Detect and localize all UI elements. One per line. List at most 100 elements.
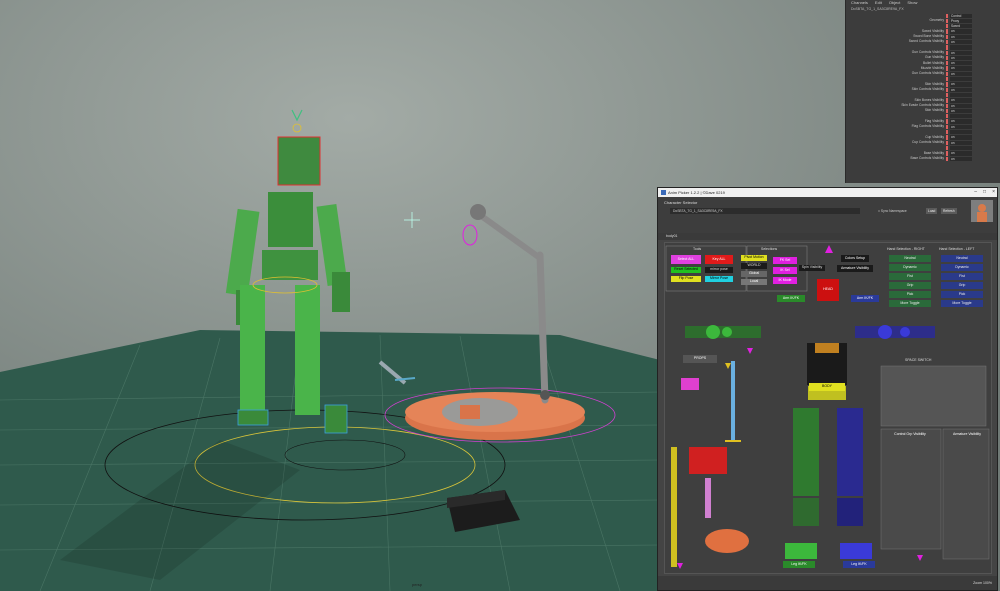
- more-toggle-l-button[interactable]: More Toggle: [941, 300, 983, 307]
- leg-ikfk-l-button[interactable]: Leg IK/FK: [843, 561, 875, 568]
- reset-selected-button[interactable]: Reset Selected: [671, 267, 701, 273]
- channel-label: Flag Visibility: [924, 118, 944, 123]
- channel-value[interactable]: Control: [950, 13, 972, 18]
- channel-value[interactable]: [950, 114, 972, 119]
- sync-namespace-checkbox[interactable]: □ Sync Namespace: [878, 209, 907, 213]
- channel-value[interactable]: [950, 130, 972, 135]
- channel-value[interactable]: on: [950, 156, 972, 161]
- close-icon[interactable]: ×: [992, 188, 995, 197]
- menu-object[interactable]: Object: [889, 0, 901, 5]
- picker-title: Anim Picker 1.2.2 | ©Dave 0219: [668, 190, 725, 195]
- keyed-indicator: [946, 119, 948, 124]
- grip-r-button[interactable]: Grip: [889, 282, 931, 289]
- rig-dropdown[interactable]: DoSBTA_TG_1_SA3C8RE9A_FX: [670, 208, 860, 214]
- maximize-icon[interactable]: □: [983, 188, 986, 197]
- refresh-button[interactable]: Refresh: [941, 208, 957, 214]
- flip-pose-button[interactable]: Flip Pose: [671, 276, 701, 282]
- pivot-motion-button[interactable]: Pivot Motion: [741, 255, 767, 261]
- grip-l-button[interactable]: Grip: [941, 282, 983, 289]
- props-button[interactable]: PROPS: [683, 355, 717, 363]
- pick-r-button[interactable]: Pick: [889, 291, 931, 298]
- channel-value[interactable]: [950, 45, 972, 50]
- dynamic-r-button[interactable]: Dynamic: [889, 264, 931, 271]
- channel-label: Geometry: [929, 18, 944, 23]
- channel-value[interactable]: [950, 77, 972, 82]
- keyed-indicator: [946, 135, 948, 140]
- channel-value[interactable]: on: [950, 39, 972, 45]
- channel-value[interactable]: on: [950, 50, 972, 55]
- keyed-indicator: [946, 114, 948, 119]
- keyed-indicator: [946, 82, 948, 87]
- load-button[interactable]: Load: [926, 208, 938, 214]
- channel-value[interactable]: on: [950, 29, 972, 34]
- character-selector-label: Character Selector: [664, 200, 698, 205]
- menu-edit[interactable]: Edit: [875, 0, 882, 5]
- head-button[interactable]: HEAD: [817, 279, 839, 301]
- spin-visibility-button[interactable]: Spin Visibility: [799, 265, 825, 271]
- channel-row[interactable]: Base Controls Visibility on: [846, 156, 1000, 161]
- channel-value[interactable]: on: [950, 55, 972, 61]
- sync-namespace-label: Sync Namespace: [880, 209, 907, 213]
- keyed-indicator: [946, 29, 948, 34]
- menu-channels[interactable]: Channels: [851, 0, 868, 5]
- channel-value[interactable]: on: [950, 151, 972, 156]
- arm-ikfk-l-button[interactable]: Arm IK/FK: [851, 295, 879, 302]
- channel-label: Flag Controls Visibility: [911, 124, 944, 129]
- menu-show[interactable]: Show: [907, 0, 917, 5]
- fist-r-button[interactable]: Fist: [889, 273, 931, 280]
- fist-l-button[interactable]: Fist: [941, 273, 983, 280]
- channel-box[interactable]: Channels Edit Object Show DoSBTA_TG_1_SA…: [845, 0, 1000, 183]
- leg-ikfk-r-button[interactable]: Leg IK/FK: [783, 561, 815, 568]
- channel-rows: Control Geometry Proxy Sword Sword Visibilit…: [846, 13, 1000, 161]
- colors-setup-button[interactable]: Colors Setup: [841, 255, 869, 262]
- dynamic-l-button[interactable]: Dynamic: [941, 264, 983, 271]
- local-button[interactable]: Local: [741, 279, 767, 285]
- more-toggle-r-button[interactable]: More Toggle: [889, 300, 931, 307]
- select-all-button[interactable]: Select ALL: [671, 255, 701, 264]
- ik-mode-button[interactable]: IK Mode: [773, 277, 797, 284]
- channel-label: Cup Visibility: [925, 134, 944, 139]
- neutral-r-button[interactable]: Neutral: [889, 255, 931, 262]
- channel-value[interactable]: on: [950, 103, 972, 108]
- pick-l-button[interactable]: Pick: [941, 291, 983, 298]
- keyed-indicator: [946, 24, 948, 29]
- global-button[interactable]: Global: [741, 271, 767, 277]
- channel-label: Gun Controls Visibility: [911, 50, 944, 55]
- keyed-indicator: [946, 66, 948, 71]
- neutral-l-button[interactable]: Neutral: [941, 255, 983, 262]
- channel-value[interactable]: on: [950, 108, 972, 114]
- channel-value[interactable]: Sword: [950, 24, 972, 29]
- mirror-pose2-button[interactable]: Mirror Pose: [705, 276, 733, 282]
- picker-titlebar[interactable]: Anim Picker 1.2.2 | ©Dave 0219 – □ ×: [658, 188, 997, 197]
- channel-value[interactable]: on: [950, 135, 972, 140]
- body-button[interactable]: BODY: [809, 383, 845, 391]
- tab-body01[interactable]: body01: [658, 233, 997, 240]
- channel-label: Skin Bones Visibility: [914, 97, 944, 102]
- key-all-button[interactable]: Key ALL: [705, 255, 733, 264]
- fk-select-button[interactable]: FK Sel: [773, 257, 797, 264]
- channel-value[interactable]: on: [950, 98, 972, 103]
- armature-visibility-button[interactable]: Armature Visibility: [837, 265, 873, 272]
- channel-value[interactable]: [950, 145, 972, 151]
- channel-value[interactable]: [950, 92, 972, 98]
- world-button[interactable]: WORLD: [741, 263, 767, 269]
- channel-value[interactable]: on: [950, 124, 972, 130]
- channel-value[interactable]: on: [950, 87, 972, 92]
- channel-value[interactable]: on: [950, 61, 972, 66]
- mirror-pose-button[interactable]: mirror pose: [705, 267, 733, 273]
- channel-value[interactable]: on: [950, 34, 972, 39]
- keyed-indicator: [946, 50, 948, 55]
- channel-value[interactable]: Proxy: [950, 18, 972, 24]
- channel-value[interactable]: on: [950, 66, 972, 71]
- channel-value[interactable]: on: [950, 140, 972, 145]
- minimize-icon[interactable]: –: [974, 188, 977, 197]
- channel-value[interactable]: on: [950, 82, 972, 87]
- control-grp-visibility-button[interactable]: Control Grp Visibility: [885, 431, 935, 438]
- camera-label: persp: [412, 582, 423, 587]
- anim-picker-window: Anim Picker 1.2.2 | ©Dave 0219 – □ × Cha…: [657, 187, 998, 591]
- ik-select-button[interactable]: IK Sel: [773, 267, 797, 274]
- channel-value[interactable]: on: [950, 119, 972, 124]
- channel-value[interactable]: on: [950, 71, 972, 77]
- arm-ikfk-r-button[interactable]: Arm IK/FK: [777, 295, 805, 302]
- armature-visibility2-button[interactable]: Armature Visibility: [947, 431, 987, 438]
